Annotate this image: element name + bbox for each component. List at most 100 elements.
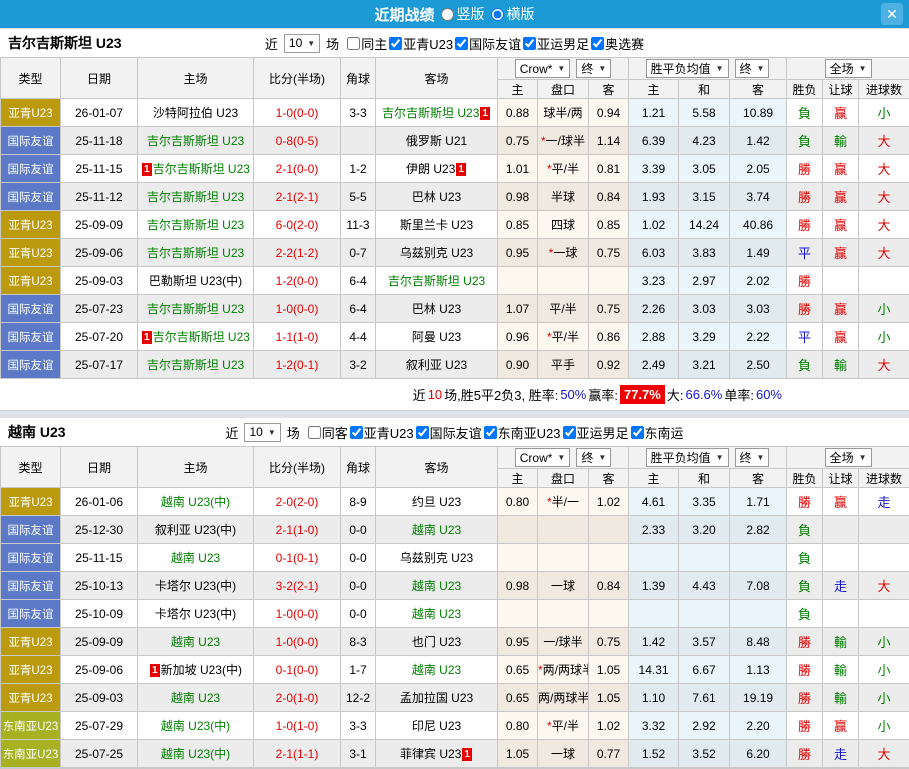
home-team-link[interactable]: 吉尔吉斯斯坦 U23 [153,330,250,344]
filter-checkbox-option[interactable]: 亚运男足 [561,423,629,442]
match-type-badge: 亚青U23 [1,211,61,239]
layout-horizontal-option[interactable]: 横版 [491,4,535,24]
away-odds: 0.75 [589,295,629,323]
home-team-link[interactable]: 巴勒斯坦 U23(中) [149,274,242,288]
filter-checkbox[interactable] [631,426,644,439]
home-team-link[interactable]: 吉尔吉斯斯坦 U23 [147,302,244,316]
home-team-link[interactable]: 吉尔吉斯斯坦 U23 [147,246,244,260]
filter-checkbox-option[interactable]: 国际友谊 [453,34,521,53]
filter-checkbox[interactable] [484,426,497,439]
match-type-badge: 亚青U23 [1,628,61,656]
final-odds-select-2[interactable]: 终 [735,448,770,467]
filter-checkbox-option[interactable]: 奥选赛 [589,34,644,53]
away-team-link[interactable]: 斯里兰卡 U23 [400,218,473,232]
away-team-link[interactable]: 印尼 U23 [412,719,461,733]
away-team-link[interactable]: 乌兹别克 U23 [400,246,473,260]
away-team-link[interactable]: 越南 U23 [412,663,461,677]
full-match-select[interactable]: 全场 [825,59,872,78]
score: 2-0(1-0) [254,684,341,712]
wdl-average-select[interactable]: 胜平负均值 [646,59,729,78]
home-team-link[interactable]: 卡塔尔 U23(中) [155,579,236,593]
home-team-link[interactable]: 吉尔吉斯斯坦 U23 [147,134,244,148]
filter-checkbox[interactable] [416,426,429,439]
filter-checkbox-option[interactable]: 东南运 [629,423,684,442]
away-team-link[interactable]: 孟加拉国 U23 [400,691,473,705]
win-odds [629,600,679,628]
home-team-link[interactable]: 越南 U23 [171,635,220,649]
away-team-link[interactable]: 叙利亚 U23 [406,358,467,372]
away-team-link[interactable]: 巴林 U23 [412,190,461,204]
away-odds: 0.94 [589,99,629,127]
full-match-select[interactable]: 全场 [825,448,872,467]
filter-checkbox[interactable] [455,37,468,50]
match-count-select[interactable]: 10 [284,34,320,53]
home-team-link[interactable]: 卡塔尔 U23(中) [155,607,236,621]
same-venue-option[interactable]: 同主 [345,34,387,53]
filter-checkbox[interactable] [350,426,363,439]
away-team-link[interactable]: 约旦 U23 [412,495,461,509]
handicap: 平手 [538,351,589,379]
score: 2-0(2-0) [254,488,341,516]
sub-header-away-odds: 客 [589,469,629,488]
near-label: 近 [225,423,238,442]
away-team-link[interactable]: 俄罗斯 U21 [406,134,467,148]
wdl-average-select[interactable]: 胜平负均值 [646,448,729,467]
home-team-link[interactable]: 越南 U23 [171,551,220,565]
home-team-link[interactable]: 越南 U23 [171,691,220,705]
match-row: 国际友谊 25-07-17 吉尔吉斯斯坦 U23 1-2(0-1) 3-2 叙利… [1,351,909,379]
final-odds-select-2[interactable]: 终 [735,59,770,78]
filter-checkbox-option[interactable]: 亚运男足 [521,34,589,53]
away-team-link[interactable]: 越南 U23 [412,523,461,537]
odds-provider-select[interactable]: Crow* [515,59,571,78]
home-team-link[interactable]: 越南 U23(中) [161,495,230,509]
final-odds-select-1[interactable]: 终 [576,448,611,467]
score: 3-2(2-1) [254,572,341,600]
away-team-link[interactable]: 吉尔吉斯斯坦 U23 [388,274,485,288]
sub-header-win: 主 [629,80,679,99]
home-team-link[interactable]: 沙特阿拉伯 U23 [153,106,238,120]
home-team-link[interactable]: 新加坡 U23(中) [161,663,242,677]
match-type-badge: 亚青U23 [1,656,61,684]
same-venue-checkbox[interactable] [347,37,360,50]
home-team-link[interactable]: 叙利亚 U23(中) [155,523,236,537]
filter-checkbox-option[interactable]: 亚青U23 [387,34,453,53]
away-odds: 0.86 [589,323,629,351]
home-team-link[interactable]: 越南 U23(中) [161,719,230,733]
away-team-link[interactable]: 伊朗 U23 [406,162,455,176]
away-team-link[interactable]: 吉尔吉斯斯坦 U23 [382,106,479,120]
filter-checkbox-option[interactable]: 亚青U23 [348,423,414,442]
odds-provider-select[interactable]: Crow* [515,448,571,467]
away-team-link[interactable]: 乌兹别克 U23 [400,551,473,565]
filter-checkbox[interactable] [563,426,576,439]
layout-vertical-option[interactable]: 竖版 [441,4,485,24]
filter-checkbox[interactable] [389,37,402,50]
filter-checkbox[interactable] [523,37,536,50]
home-team-link[interactable]: 吉尔吉斯斯坦 U23 [147,190,244,204]
match-count-select[interactable]: 10 [244,423,280,442]
away-team-link[interactable]: 越南 U23 [412,579,461,593]
layout-horizontal-radio[interactable] [491,8,504,21]
away-team-link[interactable]: 巴林 U23 [412,302,461,316]
away-team-link[interactable]: 也门 U23 [412,635,461,649]
filter-checkbox[interactable] [591,37,604,50]
away-team-cell: 乌兹别克 U23 [376,239,498,267]
home-team-link[interactable]: 吉尔吉斯斯坦 U23 [147,358,244,372]
home-team-cell: 卡塔尔 U23(中) [138,572,254,600]
filter-label: 亚青U23 [403,34,453,53]
sub-header-lose: 客 [730,469,787,488]
away-team-link[interactable]: 越南 U23 [412,607,461,621]
match-date: 25-09-09 [61,211,138,239]
home-team-link[interactable]: 吉尔吉斯斯坦 U23 [153,162,250,176]
away-team-link[interactable]: 阿曼 U23 [412,330,461,344]
home-team-link[interactable]: 吉尔吉斯斯坦 U23 [147,218,244,232]
close-icon[interactable]: ✕ [881,3,903,25]
home-team-link[interactable]: 越南 U23(中) [161,747,230,761]
filter-checkbox-option[interactable]: 东南亚U23 [482,423,561,442]
handicap [538,267,589,295]
final-odds-select-1[interactable]: 终 [576,59,611,78]
away-team-link[interactable]: 菲律宾 U23 [400,747,461,761]
same-venue-checkbox[interactable] [308,426,321,439]
filter-checkbox-option[interactable]: 国际友谊 [414,423,482,442]
layout-vertical-radio[interactable] [441,8,454,21]
same-venue-option[interactable]: 同客 [306,423,348,442]
